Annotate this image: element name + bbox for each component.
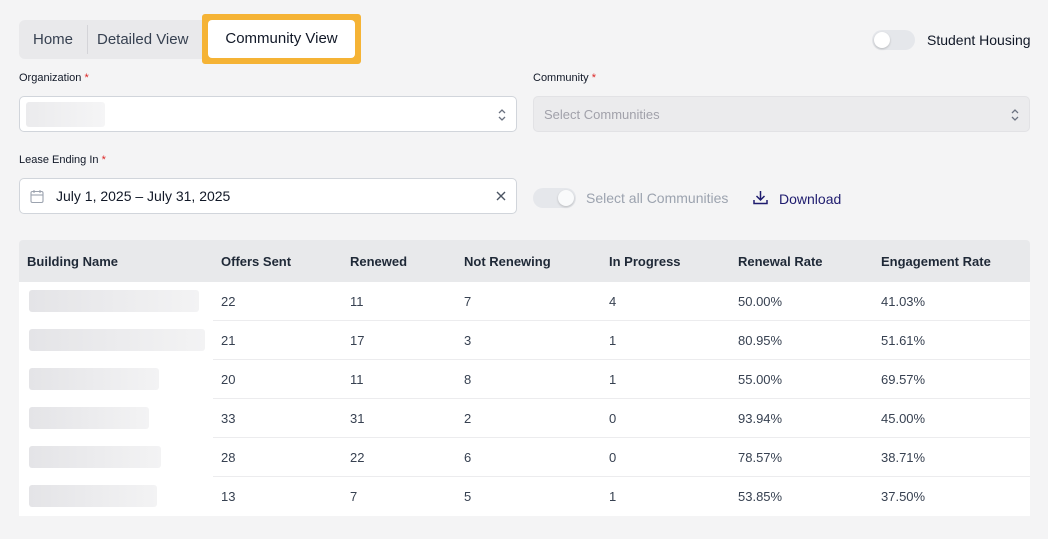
building-name-cell xyxy=(19,360,213,399)
not-renewing-cell: 8 xyxy=(464,372,472,387)
required-marker: * xyxy=(591,72,596,84)
organization-label-text: Organization xyxy=(19,72,82,84)
toggle-knob xyxy=(558,190,574,206)
building-name-cell xyxy=(19,438,213,477)
renewal-rate-cell: 78.57% xyxy=(738,450,783,465)
building-name-redacted xyxy=(29,446,161,468)
organization-value-redacted xyxy=(26,102,105,127)
building-name-cell xyxy=(19,321,213,360)
buildings-table: Building Name Offers Sent Renewed Not Re… xyxy=(19,240,1030,516)
chevron-updown-icon xyxy=(498,109,506,121)
in-progress-cell: 0 xyxy=(609,450,617,465)
not-renewing-cell: 3 xyxy=(464,333,472,348)
column-header-not-renewing[interactable]: Not Renewing xyxy=(464,254,551,269)
building-name-cell xyxy=(19,399,213,438)
in-progress-cell: 0 xyxy=(609,411,617,426)
engagement-rate-cell: 51.61% xyxy=(881,333,926,348)
renewal-rate-cell: 55.00% xyxy=(738,372,783,387)
required-marker: * xyxy=(84,72,89,84)
offers-sent-cell: 13 xyxy=(221,489,236,504)
building-name-redacted xyxy=(29,290,199,312)
table-header: Building Name Offers Sent Renewed Not Re… xyxy=(19,240,1030,282)
table-row[interactable]: 28 22 6 0 78.57% 38.71% xyxy=(19,438,1030,477)
not-renewing-cell: 2 xyxy=(464,411,472,426)
table-row[interactable]: 22 11 7 4 50.00% 41.03% xyxy=(19,282,1030,321)
in-progress-cell: 1 xyxy=(609,489,617,504)
renewal-rate-cell: 50.00% xyxy=(738,294,783,309)
table-row[interactable]: 33 31 2 0 93.94% 45.00% xyxy=(19,399,1030,438)
lease-date-range-input[interactable]: July 1, 2025 – July 31, 2025 xyxy=(19,178,517,214)
community-placeholder: Select Communities xyxy=(544,107,660,122)
required-marker: * xyxy=(101,154,106,166)
building-name-cell xyxy=(19,282,213,321)
organization-label: Organization * xyxy=(19,72,89,84)
renewed-cell: 11 xyxy=(350,294,364,309)
lease-label: Lease Ending In * xyxy=(19,154,106,166)
column-header-offers-sent[interactable]: Offers Sent xyxy=(221,254,291,269)
in-progress-cell: 1 xyxy=(609,333,617,348)
download-label: Download xyxy=(779,191,842,207)
select-all-communities-label: Select all Communities xyxy=(586,190,729,206)
community-label-text: Community xyxy=(533,72,589,84)
not-renewing-cell: 6 xyxy=(464,450,472,465)
tab-community-view[interactable]: Community View xyxy=(208,20,355,58)
not-renewing-cell: 7 xyxy=(464,294,472,309)
tab-detailed-view[interactable]: Detailed View xyxy=(97,20,188,59)
engagement-rate-cell: 38.71% xyxy=(881,450,926,465)
not-renewing-cell: 5 xyxy=(464,489,472,504)
offers-sent-cell: 33 xyxy=(221,411,236,426)
renewed-cell: 22 xyxy=(350,450,365,465)
table-row[interactable]: 20 11 8 1 55.00% 69.57% xyxy=(19,360,1030,399)
building-name-redacted xyxy=(29,368,159,390)
lease-label-text: Lease Ending In xyxy=(19,154,99,166)
select-all-communities-toggle[interactable] xyxy=(533,188,576,208)
renewed-cell: 7 xyxy=(350,489,358,504)
renewed-cell: 17 xyxy=(350,333,365,348)
renewed-cell: 31 xyxy=(350,411,365,426)
renewed-cell: 11 xyxy=(350,372,364,387)
chevron-updown-icon xyxy=(1011,109,1019,121)
download-icon xyxy=(753,191,768,205)
community-select[interactable]: Select Communities xyxy=(533,96,1030,132)
renewal-rate-cell: 80.95% xyxy=(738,333,783,348)
renewal-rate-cell: 93.94% xyxy=(738,411,783,426)
clear-icon[interactable] xyxy=(495,190,507,202)
building-name-cell xyxy=(19,477,213,516)
calendar-icon xyxy=(30,190,44,204)
column-header-renewal-rate[interactable]: Renewal Rate xyxy=(738,254,823,269)
student-housing-toggle[interactable] xyxy=(872,30,915,50)
column-header-in-progress[interactable]: In Progress xyxy=(609,254,681,269)
in-progress-cell: 4 xyxy=(609,294,617,309)
building-name-redacted xyxy=(29,329,205,351)
engagement-rate-cell: 41.03% xyxy=(881,294,926,309)
lease-date-range-value: July 1, 2025 – July 31, 2025 xyxy=(56,188,231,204)
engagement-rate-cell: 45.00% xyxy=(881,411,926,426)
building-name-redacted xyxy=(29,485,157,507)
engagement-rate-cell: 69.57% xyxy=(881,372,926,387)
engagement-rate-cell: 37.50% xyxy=(881,489,926,504)
table-row[interactable]: 21 17 3 1 80.95% 51.61% xyxy=(19,321,1030,360)
tab-divider xyxy=(87,25,88,54)
tab-home[interactable]: Home xyxy=(33,20,73,59)
toggle-knob xyxy=(874,32,890,48)
column-header-engagement-rate[interactable]: Engagement Rate xyxy=(881,254,991,269)
community-label: Community * xyxy=(533,72,596,84)
offers-sent-cell: 20 xyxy=(221,372,236,387)
building-name-redacted xyxy=(29,407,149,429)
organization-select[interactable] xyxy=(19,96,517,132)
in-progress-cell: 1 xyxy=(609,372,617,387)
column-header-building-name[interactable]: Building Name xyxy=(27,254,118,269)
student-housing-label: Student Housing xyxy=(927,32,1031,48)
offers-sent-cell: 22 xyxy=(221,294,236,309)
column-header-renewed[interactable]: Renewed xyxy=(350,254,407,269)
offers-sent-cell: 21 xyxy=(221,333,236,348)
table-row[interactable]: 13 7 5 1 53.85% 37.50% xyxy=(19,477,1030,516)
renewal-rate-cell: 53.85% xyxy=(738,489,783,504)
offers-sent-cell: 28 xyxy=(221,450,236,465)
tab-highlight: Community View xyxy=(202,14,361,64)
